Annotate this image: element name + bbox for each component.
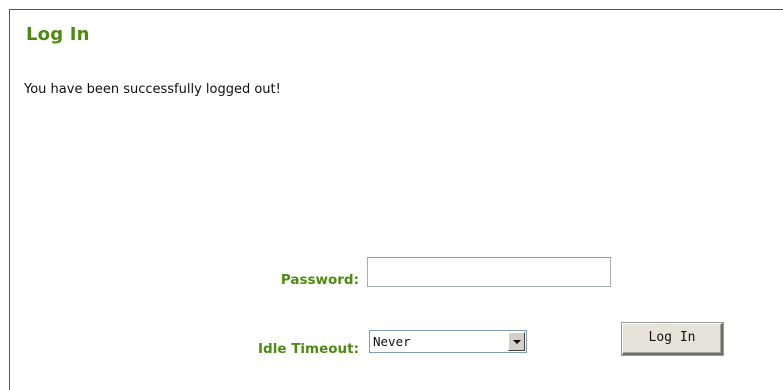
idle-timeout-label: Idle Timeout: [258, 341, 359, 357]
login-panel: Log In You have been successfully logged… [9, 9, 783, 390]
login-button[interactable]: Log In [622, 323, 723, 355]
page-title: Log In [26, 24, 90, 45]
password-field[interactable] [367, 257, 611, 287]
logout-message: You have been successfully logged out! [24, 82, 281, 97]
chevron-down-icon[interactable] [508, 332, 525, 351]
idle-timeout-select[interactable]: Never [369, 330, 527, 353]
password-label: Password: [280, 272, 359, 288]
idle-timeout-selected-value: Never [373, 334, 411, 349]
